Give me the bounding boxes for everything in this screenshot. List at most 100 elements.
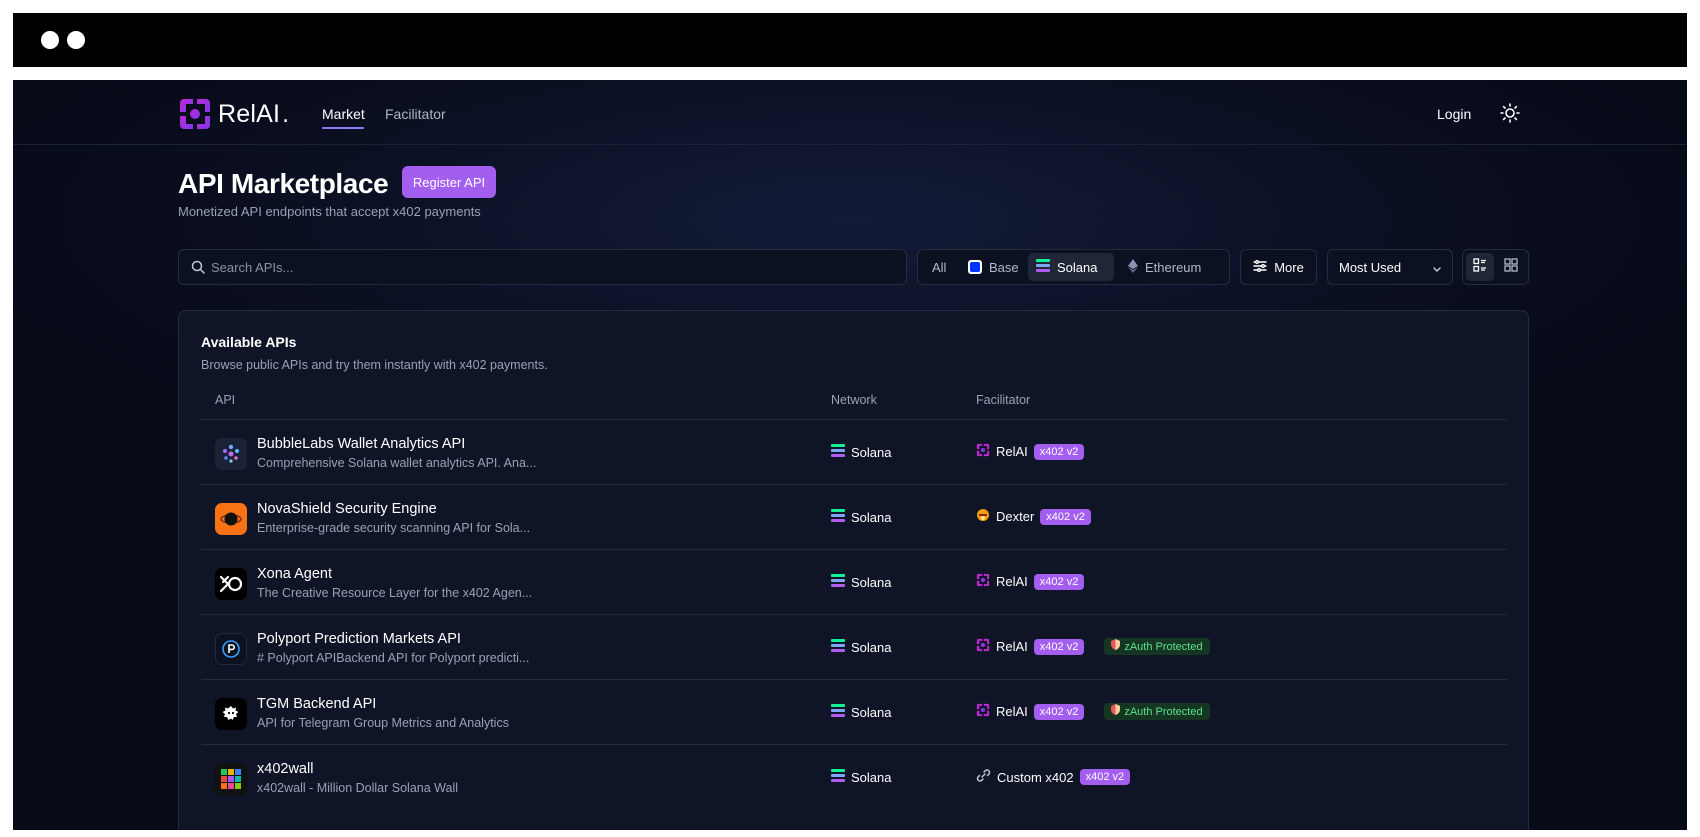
network-label: Solana <box>851 639 892 655</box>
api-name[interactable]: x402wall <box>257 761 313 777</box>
more-filters-button[interactable]: More <box>1240 249 1317 285</box>
column-header-network: Network <box>831 393 877 407</box>
zauth-badge: zAuth Protected <box>1104 703 1210 720</box>
panel-description: Browse public APIs and try them instantl… <box>201 358 548 372</box>
api-description: The Creative Resource Layer for the x402… <box>257 586 533 600</box>
x402-version-badge: x402 v2 <box>1033 573 1085 590</box>
network-cell: Solana <box>831 704 891 720</box>
page-subtitle: Monetized API endpoints that accept x402… <box>178 204 481 219</box>
api-row[interactable]: BubbleLabs Wallet Analytics API Comprehe… <box>201 419 1507 489</box>
sort-select[interactable]: Most Used <box>1327 249 1453 285</box>
chain-filter-ethereum[interactable]: Ethereum <box>1120 253 1209 281</box>
chain-label: Solana <box>1057 259 1098 275</box>
api-row[interactable]: x402wall x402wall - Million Dollar Solan… <box>201 744 1507 814</box>
api-row[interactable]: Polyport Prediction Markets API # Polypo… <box>201 614 1507 684</box>
nav-market[interactable]: Market <box>322 106 365 122</box>
window-titlebar <box>13 13 1687 67</box>
api-row[interactable]: Xona Agent The Creative Resource Layer f… <box>201 549 1507 619</box>
relai-logo-icon <box>178 97 212 131</box>
facilitator-name: Custom x402 <box>997 769 1074 785</box>
api-name[interactable]: Xona Agent <box>257 566 332 582</box>
login-button[interactable]: Login <box>1437 106 1471 122</box>
grid-view-icon <box>1504 257 1518 277</box>
novashield-logo-icon <box>215 503 247 535</box>
sliders-icon <box>1253 259 1267 275</box>
zauth-badge: zAuth Protected <box>1104 638 1210 655</box>
network-cell: Solana <box>831 769 891 785</box>
network-label: Solana <box>851 509 892 525</box>
x402-version-badge: x402 v2 <box>1079 769 1131 785</box>
solana-icon <box>831 639 845 655</box>
search-input[interactable] <box>211 250 891 284</box>
relai-logo-icon <box>976 573 990 590</box>
network-label: Solana <box>851 444 892 460</box>
x402-version-badge: x402 v2 <box>1033 703 1085 720</box>
api-description: x402wall - Million Dollar Solana Wall <box>257 781 459 795</box>
facilitator-cell: RelAI x402 v2 zAuth Protected <box>976 638 1210 655</box>
relai-logo-icon <box>976 638 990 655</box>
grid-view-button[interactable] <box>1497 253 1525 281</box>
tgm-logo-icon <box>215 698 247 730</box>
solana-icon <box>831 444 845 460</box>
network-label: Solana <box>851 704 892 720</box>
network-cell: Solana <box>831 444 891 460</box>
solana-icon <box>831 704 845 720</box>
polyport-logo-icon <box>215 633 247 665</box>
network-label: Solana <box>851 769 892 785</box>
api-name[interactable]: BubbleLabs Wallet Analytics API <box>257 436 465 452</box>
network-cell: Solana <box>831 509 891 525</box>
api-description: Enterprise-grade security scanning API f… <box>257 521 531 535</box>
window-dot <box>67 31 85 49</box>
x402-version-badge: x402 v2 <box>1033 638 1085 655</box>
bubblelabs-logo-icon <box>215 438 247 470</box>
register-api-button[interactable]: Register API <box>402 166 496 198</box>
api-row[interactable]: NovaShield Security Engine Enterprise-gr… <box>201 484 1507 554</box>
x402wall-logo-icon <box>215 763 247 795</box>
page-title: API Marketplace <box>178 168 389 199</box>
facilitator-name: RelAI <box>996 639 1028 654</box>
sort-value: Most Used <box>1339 260 1402 275</box>
api-name[interactable]: TGM Backend API <box>257 696 376 712</box>
api-name[interactable]: Polyport Prediction Markets API <box>257 631 461 647</box>
app-viewport: RelAI. Market Facilitator Login API Mark… <box>13 80 1687 830</box>
api-row[interactable]: TGM Backend API API for Telegram Group M… <box>201 679 1507 749</box>
facilitator-cell: Dexter x402 v2 <box>976 508 1091 525</box>
zauth-label: zAuth Protected <box>1124 640 1203 653</box>
chain-filter-base[interactable]: Base <box>960 253 1027 281</box>
facilitator-cell: Custom x402 x402 v2 <box>976 768 1131 786</box>
chain-label: All <box>932 259 947 275</box>
solana-icon <box>831 509 845 525</box>
sun-icon[interactable] <box>1499 102 1521 124</box>
x402-version-badge: x402 v2 <box>1040 508 1091 525</box>
available-apis-panel: Available APIs Browse public APIs and tr… <box>178 310 1529 830</box>
solana-icon <box>1036 259 1050 275</box>
ethereum-icon <box>1128 258 1138 276</box>
list-view-button[interactable] <box>1466 253 1494 281</box>
api-description: API for Telegram Group Metrics and Analy… <box>257 716 509 730</box>
zauth-label: zAuth Protected <box>1124 705 1203 718</box>
panel-title: Available APIs <box>201 334 297 350</box>
facilitator-cell: RelAI x402 v2 zAuth Protected <box>976 703 1210 720</box>
api-name[interactable]: NovaShield Security Engine <box>257 501 437 517</box>
nav-facilitator[interactable]: Facilitator <box>385 106 446 122</box>
network-cell: Solana <box>831 639 891 655</box>
column-header-facilitator: Facilitator <box>976 393 1031 407</box>
facilitator-name: RelAI <box>996 444 1028 459</box>
column-header-api: API <box>215 393 236 407</box>
chain-filter-all[interactable]: All <box>924 253 954 281</box>
facilitator-name: RelAI <box>996 704 1028 719</box>
facilitator-name: RelAI <box>996 574 1028 589</box>
facilitator-cell: RelAI x402 v2 <box>976 443 1085 460</box>
brand-logo[interactable]: RelAI. <box>178 97 289 131</box>
shield-icon <box>1111 639 1121 654</box>
network-label: Solana <box>851 574 892 590</box>
chain-label: Ethereum <box>1145 259 1202 275</box>
chain-label: Base <box>989 259 1019 275</box>
x402-version-badge: x402 v2 <box>1033 443 1085 460</box>
network-cell: Solana <box>831 574 891 590</box>
facilitator-cell: RelAI x402 v2 <box>976 573 1085 590</box>
xona-logo-icon <box>215 568 247 600</box>
view-toggle <box>1462 249 1529 285</box>
chain-filter-solana[interactable]: Solana <box>1028 253 1114 281</box>
window-dot <box>41 31 59 49</box>
